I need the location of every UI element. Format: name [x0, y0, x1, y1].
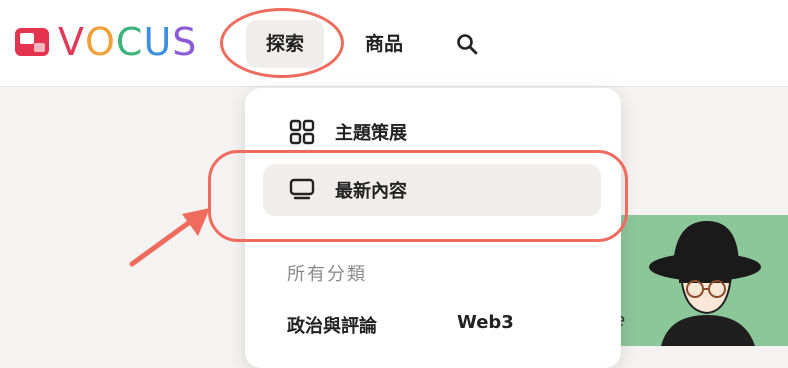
menu-item-label: 主題策展: [335, 123, 407, 144]
annotation-highlight-latest: [208, 150, 628, 242]
search-button[interactable]: [452, 20, 482, 68]
vocus-logo[interactable]: VOCUS: [14, 22, 197, 62]
grid-icon: [289, 119, 315, 145]
search-icon: [457, 34, 478, 55]
logo-letter: S: [172, 20, 198, 64]
logo-text: VOCUS: [58, 22, 197, 62]
logo-letter: V: [58, 20, 85, 64]
logo-letter: C: [115, 20, 144, 64]
section-heading-all-categories: 所有分類: [287, 264, 367, 285]
annotation-arrow-icon: [129, 208, 210, 267]
article-cover-image[interactable]: [621, 215, 788, 346]
annotation-circle-explore: [220, 8, 344, 78]
logo-letter: O: [85, 20, 116, 64]
top-navigation-bar: VOCUS 探索 商品: [0, 0, 788, 87]
category-link-web3[interactable]: Web3: [457, 312, 514, 333]
category-link-politics[interactable]: 政治與評論: [287, 312, 377, 338]
logo-mark-icon: [14, 25, 52, 59]
logo-letter: U: [143, 20, 173, 64]
nav-products[interactable]: 商品: [358, 20, 410, 68]
